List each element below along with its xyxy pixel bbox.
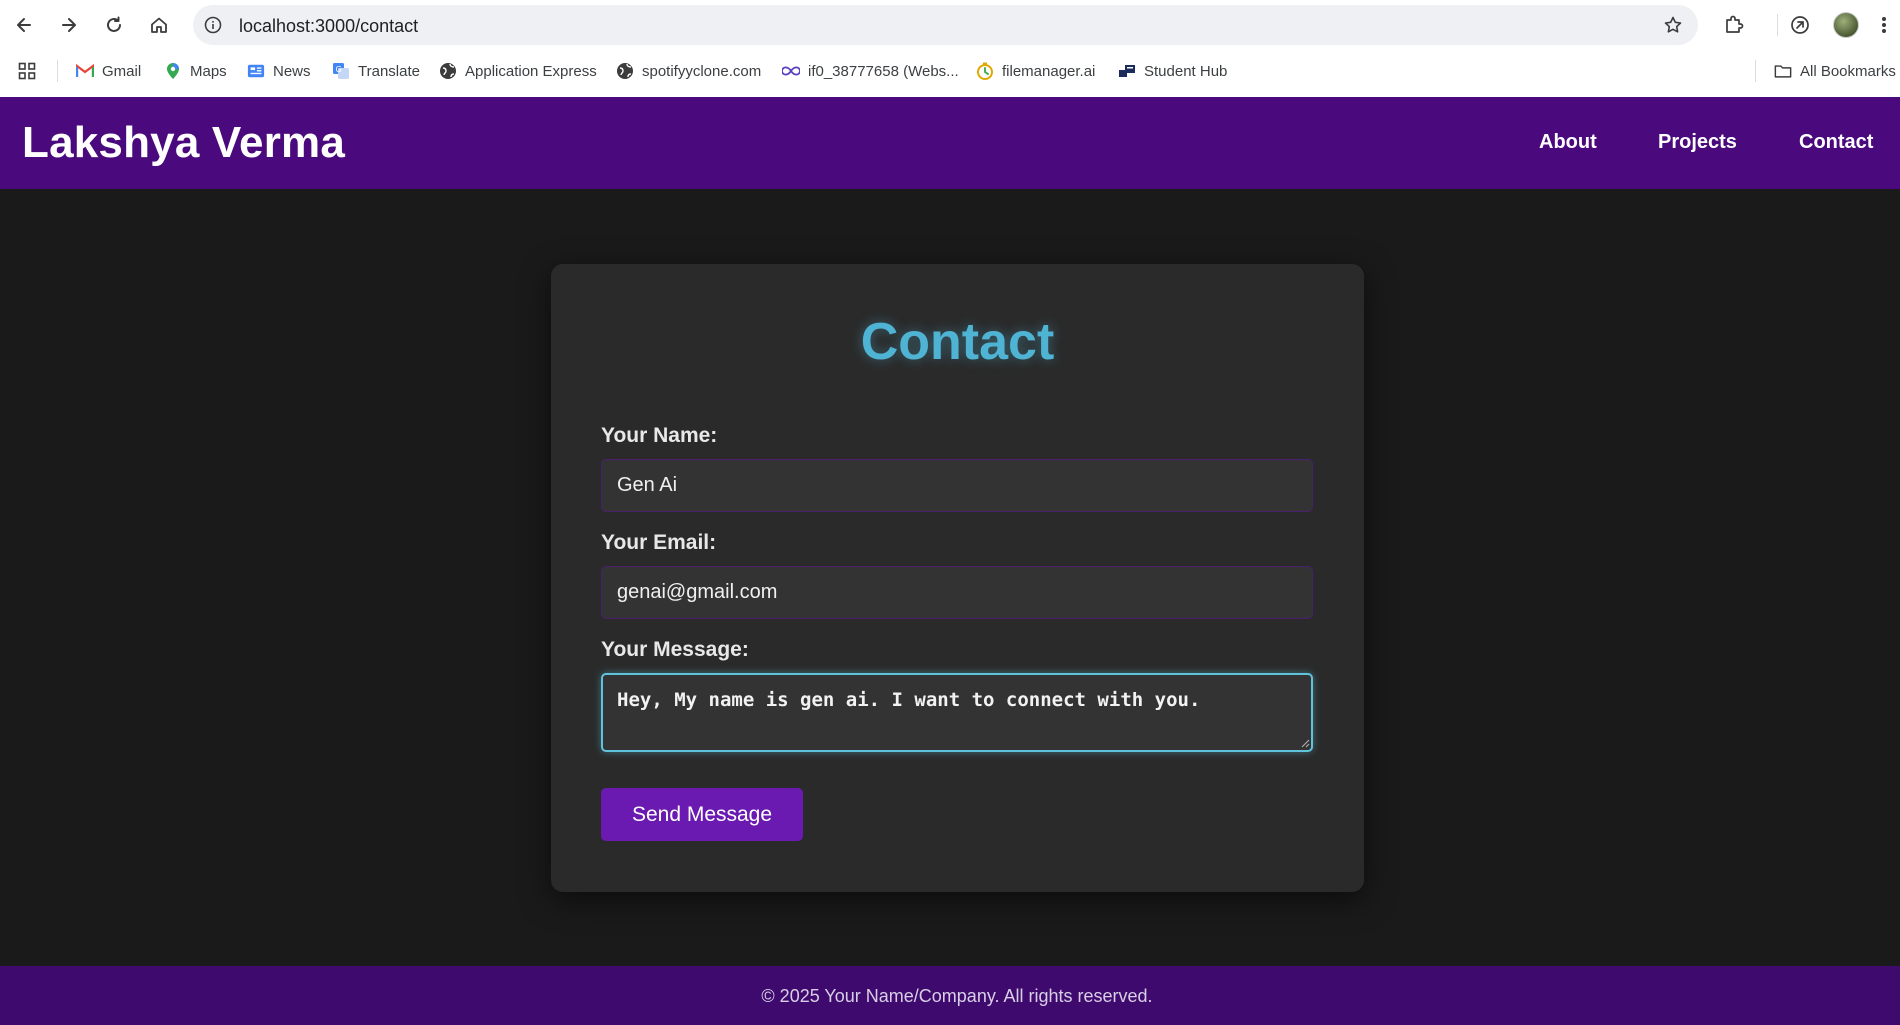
url-text[interactable]: localhost:3000/contact xyxy=(239,16,418,37)
performance-button[interactable] xyxy=(1786,11,1814,39)
email-label: Your Email: xyxy=(601,531,717,554)
bookmark-if0[interactable]: if0_38777658 (Webs... xyxy=(782,59,959,83)
name-label: Your Name: xyxy=(601,424,718,447)
send-message-button[interactable]: Send Message xyxy=(601,788,803,841)
bookmark-news[interactable]: News xyxy=(247,59,311,83)
back-button[interactable] xyxy=(10,11,38,39)
email-input[interactable] xyxy=(601,566,1313,619)
puzzle-icon xyxy=(1726,15,1744,33)
gmail-icon xyxy=(76,62,94,80)
site-brand[interactable]: Lakshya Verma xyxy=(22,118,345,168)
maps-pin-icon xyxy=(164,62,182,80)
bookmark-label: Student Hub xyxy=(1144,62,1228,80)
bookmark-label: Translate xyxy=(358,62,420,80)
nav-projects[interactable]: Projects xyxy=(1658,131,1737,154)
bookmark-filemanager[interactable]: filemanager.ai xyxy=(976,59,1095,83)
bookmark-label: Gmail xyxy=(102,62,142,80)
bookmark-translate[interactable]: G Translate xyxy=(332,59,420,83)
address-bar[interactable]: localhost:3000/contact xyxy=(193,5,1698,45)
forward-button[interactable] xyxy=(55,11,83,39)
site-info-icon[interactable] xyxy=(203,15,223,35)
bookmark-label: spotifyyclone.com xyxy=(642,62,762,80)
gauge-icon xyxy=(1791,16,1809,34)
globe-icon xyxy=(439,62,457,80)
all-bookmarks-label: All Bookmarks xyxy=(1800,62,1896,80)
home-icon xyxy=(151,17,167,33)
bookmark-label: filemanager.ai xyxy=(1002,62,1096,80)
folder-icon xyxy=(1774,62,1792,80)
bookmark-label: Maps xyxy=(190,62,227,80)
translate-icon: G xyxy=(332,62,350,80)
nav-about[interactable]: About xyxy=(1539,131,1597,154)
bookmark-maps[interactable]: Maps xyxy=(164,59,227,83)
home-button[interactable] xyxy=(145,11,173,39)
reload-icon xyxy=(107,16,121,32)
resize-grip-icon[interactable] xyxy=(1300,738,1310,748)
reload-button[interactable] xyxy=(100,11,128,39)
nav-contact[interactable]: Contact xyxy=(1799,131,1873,154)
student-hub-icon xyxy=(1118,62,1136,80)
apps-button[interactable] xyxy=(18,59,36,83)
all-bookmarks-button[interactable]: All Bookmarks xyxy=(1774,59,1896,83)
bookmark-star-icon[interactable] xyxy=(1662,14,1684,36)
bookmarks-separator xyxy=(57,60,58,82)
message-textarea[interactable]: Hey, My name is gen ai. I want to connec… xyxy=(601,673,1313,752)
globe-icon xyxy=(616,62,634,80)
forward-arrow-icon xyxy=(62,18,76,32)
infinity-icon xyxy=(782,62,800,80)
bookmarks-separator xyxy=(1755,60,1756,82)
bookmark-application-express[interactable]: Application Express xyxy=(439,59,597,83)
menu-button[interactable] xyxy=(1870,11,1898,39)
bookmark-spotifyyclone[interactable]: spotifyyclone.com xyxy=(616,59,761,83)
message-label: Your Message: xyxy=(601,638,749,661)
apps-grid-icon xyxy=(18,62,36,80)
name-input[interactable] xyxy=(601,459,1313,512)
bookmark-gmail[interactable]: Gmail xyxy=(76,59,141,83)
bookmark-label: Application Express xyxy=(465,62,597,80)
filemanager-icon xyxy=(976,62,994,80)
profile-avatar[interactable] xyxy=(1833,12,1859,38)
bookmark-label: if0_38777658 (Webs... xyxy=(808,62,959,80)
news-icon xyxy=(247,62,265,80)
contact-title: Contact xyxy=(860,313,1055,371)
svg-text:G: G xyxy=(336,65,342,74)
extensions-button[interactable] xyxy=(1720,11,1748,39)
bookmark-label: News xyxy=(273,62,311,80)
footer-copyright: © 2025 Your Name/Company. All rights res… xyxy=(761,986,1153,1006)
kebab-menu-icon xyxy=(1882,17,1886,33)
back-arrow-icon xyxy=(17,18,31,32)
bookmark-student-hub[interactable]: Student Hub xyxy=(1118,59,1227,83)
